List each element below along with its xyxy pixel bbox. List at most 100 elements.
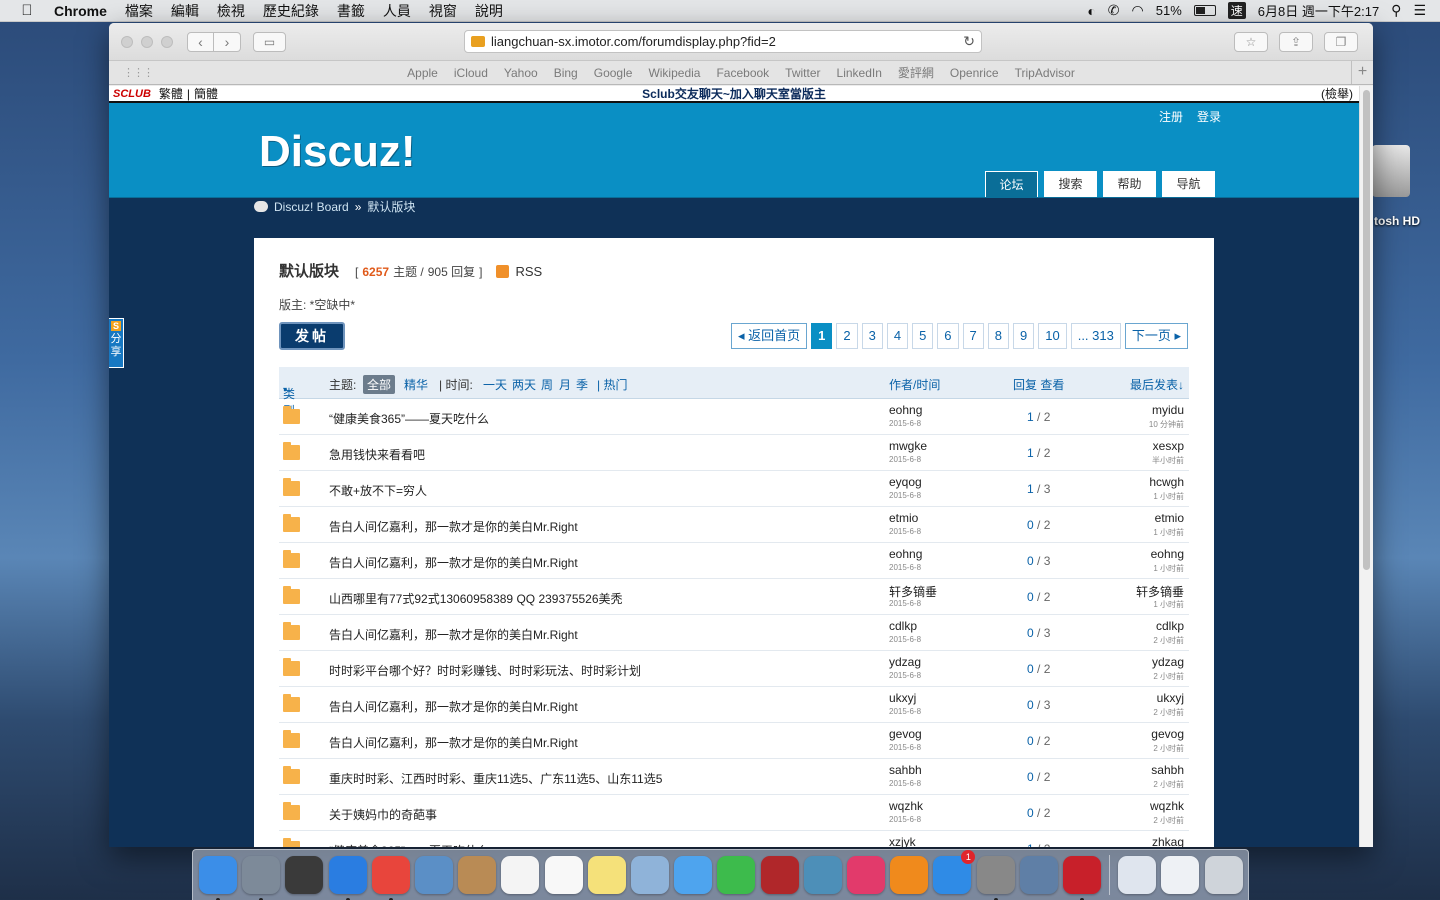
breadcrumb-board[interactable]: Discuz! Board bbox=[274, 200, 349, 214]
preview-icon[interactable] bbox=[631, 856, 669, 894]
filezilla-icon[interactable] bbox=[1063, 856, 1101, 900]
phone-icon[interactable]: ✆ bbox=[1108, 2, 1120, 19]
pager-page-6[interactable]: 6 bbox=[937, 323, 959, 349]
utility-icon[interactable] bbox=[1019, 856, 1058, 894]
thread-author[interactable]: gevog bbox=[889, 727, 922, 741]
folder-icon[interactable] bbox=[283, 550, 300, 568]
pager-next-button[interactable]: 下一页 ▸ bbox=[1124, 323, 1188, 349]
folder-icon[interactable] bbox=[283, 442, 300, 460]
folder-icon[interactable] bbox=[283, 478, 300, 496]
folder-icon[interactable] bbox=[283, 622, 300, 640]
tab-navigation[interactable]: 导航 bbox=[1162, 171, 1215, 197]
bookmark-twitter[interactable]: Twitter bbox=[785, 66, 820, 80]
zoom-window-button[interactable] bbox=[161, 36, 173, 48]
thread-author[interactable]: ydzag bbox=[889, 655, 921, 669]
chrome-window-icon[interactable] bbox=[1161, 856, 1200, 894]
folder-icon[interactable] bbox=[283, 658, 300, 676]
bookmark-openrice[interactable]: Openrice bbox=[950, 66, 999, 80]
apps-grid-icon[interactable]: ⋮⋮⋮ bbox=[123, 66, 154, 79]
filter-two-days[interactable]: 两天 bbox=[512, 376, 536, 393]
thread-last-poster[interactable]: ydzag bbox=[1152, 655, 1184, 669]
rss-link[interactable]: RSS bbox=[515, 264, 542, 279]
sidebar-toggle-button[interactable]: ▭ bbox=[253, 32, 286, 52]
thread-title[interactable]: 告白人间亿嘉利，那一款才是你的美白Mr.Right bbox=[329, 698, 578, 715]
thread-title[interactable]: 山西哪里有77式92式13060958389 QQ 239375526美秃 bbox=[329, 590, 623, 607]
share-sidebar-button[interactable]: S 分享 bbox=[109, 318, 124, 368]
folder-icon[interactable] bbox=[283, 838, 300, 847]
thread-author[interactable]: eohng bbox=[889, 547, 922, 561]
contacts-icon[interactable] bbox=[458, 856, 497, 894]
pager-home-button[interactable]: ◂ 返回首页 bbox=[730, 323, 808, 349]
tab-forum[interactable]: 论坛 bbox=[985, 171, 1038, 197]
new-post-button[interactable]: 发帖 bbox=[279, 322, 345, 350]
filter-day[interactable]: 一天 bbox=[483, 376, 507, 393]
thread-last-poster[interactable]: eohng bbox=[1151, 547, 1184, 561]
hard-drive-icon[interactable] bbox=[1372, 145, 1410, 197]
folder-icon[interactable] bbox=[283, 586, 300, 604]
thread-author[interactable]: cdlkp bbox=[889, 619, 917, 633]
thread-title[interactable]: 关于姨妈巾的奇葩事 bbox=[329, 806, 437, 823]
notification-center-icon[interactable]: ☰ bbox=[1413, 2, 1426, 19]
bookmark-wikipedia[interactable]: Wikipedia bbox=[648, 66, 700, 80]
thread-author[interactable]: wqzhk bbox=[889, 799, 923, 813]
back-button[interactable]: ‹ bbox=[187, 32, 214, 52]
thread-last-poster[interactable]: zhkag bbox=[1152, 835, 1184, 847]
filter-digest[interactable]: 精华 bbox=[404, 376, 428, 393]
filter-hot[interactable]: | 热门 bbox=[597, 376, 627, 393]
mission-control-icon[interactable] bbox=[285, 856, 324, 894]
thread-author[interactable]: eohng bbox=[889, 403, 922, 417]
menu-view[interactable]: 檢視 bbox=[217, 1, 245, 21]
menu-people[interactable]: 人員 bbox=[383, 1, 411, 21]
thread-author[interactable]: 轩多镝垂 bbox=[889, 583, 937, 600]
apple-menu-icon[interactable]:  bbox=[18, 2, 36, 19]
traditional-chinese-link[interactable]: 繁體 bbox=[159, 86, 183, 102]
thread-title[interactable]: 不敢+放不下=穷人 bbox=[329, 482, 427, 499]
bookmark-aipingwang[interactable]: 愛評網 bbox=[898, 64, 934, 81]
thread-last-poster[interactable]: xesxp bbox=[1153, 439, 1184, 453]
col-last-post[interactable]: 最后发表↓ bbox=[1130, 376, 1184, 393]
system-preferences-icon[interactable] bbox=[976, 856, 1015, 900]
thread-title[interactable]: 急用钱快来看看吧 bbox=[329, 446, 425, 463]
itunes-icon[interactable] bbox=[847, 856, 885, 894]
bookmark-tripadvisor[interactable]: TripAdvisor bbox=[1015, 66, 1075, 80]
thread-last-poster[interactable]: sahbh bbox=[1151, 763, 1184, 777]
thread-author[interactable]: etmio bbox=[889, 511, 918, 525]
menu-window[interactable]: 視窗 bbox=[429, 1, 457, 21]
report-link[interactable]: (檢舉) bbox=[1321, 86, 1353, 102]
mail-icon[interactable] bbox=[415, 856, 453, 894]
bookmark-star-button[interactable]: ☆ bbox=[1234, 32, 1268, 52]
pager-page-7[interactable]: 7 bbox=[962, 323, 984, 349]
thread-title[interactable]: 告白人间亿嘉利，那一款才是你的美白Mr.Right bbox=[329, 554, 578, 571]
thread-title[interactable]: 告白人间亿嘉利，那一款才是你的美白Mr.Right bbox=[329, 626, 578, 643]
pager-page-10[interactable]: 10 bbox=[1038, 323, 1067, 349]
folder-icon[interactable] bbox=[283, 406, 300, 424]
downloads-stack-icon[interactable] bbox=[1118, 856, 1157, 894]
thread-title[interactable]: 告白人间亿嘉利，那一款才是你的美白Mr.Right bbox=[329, 734, 578, 751]
col-author-time[interactable]: 作者/时间 bbox=[889, 376, 940, 393]
ibooks-icon[interactable] bbox=[890, 856, 929, 894]
filter-all[interactable]: 全部 bbox=[363, 375, 396, 394]
chrome-icon[interactable] bbox=[371, 856, 410, 900]
forward-button[interactable]: › bbox=[214, 32, 241, 52]
scrollbar-thumb[interactable] bbox=[1363, 90, 1370, 570]
folder-icon[interactable] bbox=[283, 802, 300, 820]
page-scrollbar[interactable] bbox=[1359, 86, 1373, 847]
thread-author[interactable]: eyqog bbox=[889, 475, 922, 489]
address-bar[interactable]: liangchuan-sx.imotor.com/forumdisplay.ph… bbox=[464, 30, 982, 53]
tab-help[interactable]: 帮助 bbox=[1103, 171, 1156, 197]
share-button[interactable]: ⇪ bbox=[1279, 32, 1313, 52]
rss-icon[interactable] bbox=[496, 265, 510, 278]
finder-icon[interactable] bbox=[199, 856, 237, 900]
thread-last-poster[interactable]: ukxyj bbox=[1157, 691, 1184, 705]
thread-title[interactable]: 重庆时时彩、江西时时彩、重庆11选5、广东11选5、山东11选5 bbox=[329, 770, 662, 787]
pager-page-8[interactable]: 8 bbox=[987, 323, 1009, 349]
messages-icon[interactable] bbox=[674, 856, 713, 894]
thread-last-poster[interactable]: 轩多镝垂 bbox=[1136, 583, 1184, 600]
bookmark-bing[interactable]: Bing bbox=[554, 66, 578, 80]
bookmark-google[interactable]: Google bbox=[594, 66, 633, 80]
thread-author[interactable]: sahbh bbox=[889, 763, 922, 777]
register-link[interactable]: 注册 bbox=[1159, 108, 1183, 125]
pager-page-4[interactable]: 4 bbox=[886, 323, 909, 349]
reload-icon[interactable]: ↻ bbox=[963, 33, 975, 50]
thread-author[interactable]: ukxyj bbox=[889, 691, 916, 705]
